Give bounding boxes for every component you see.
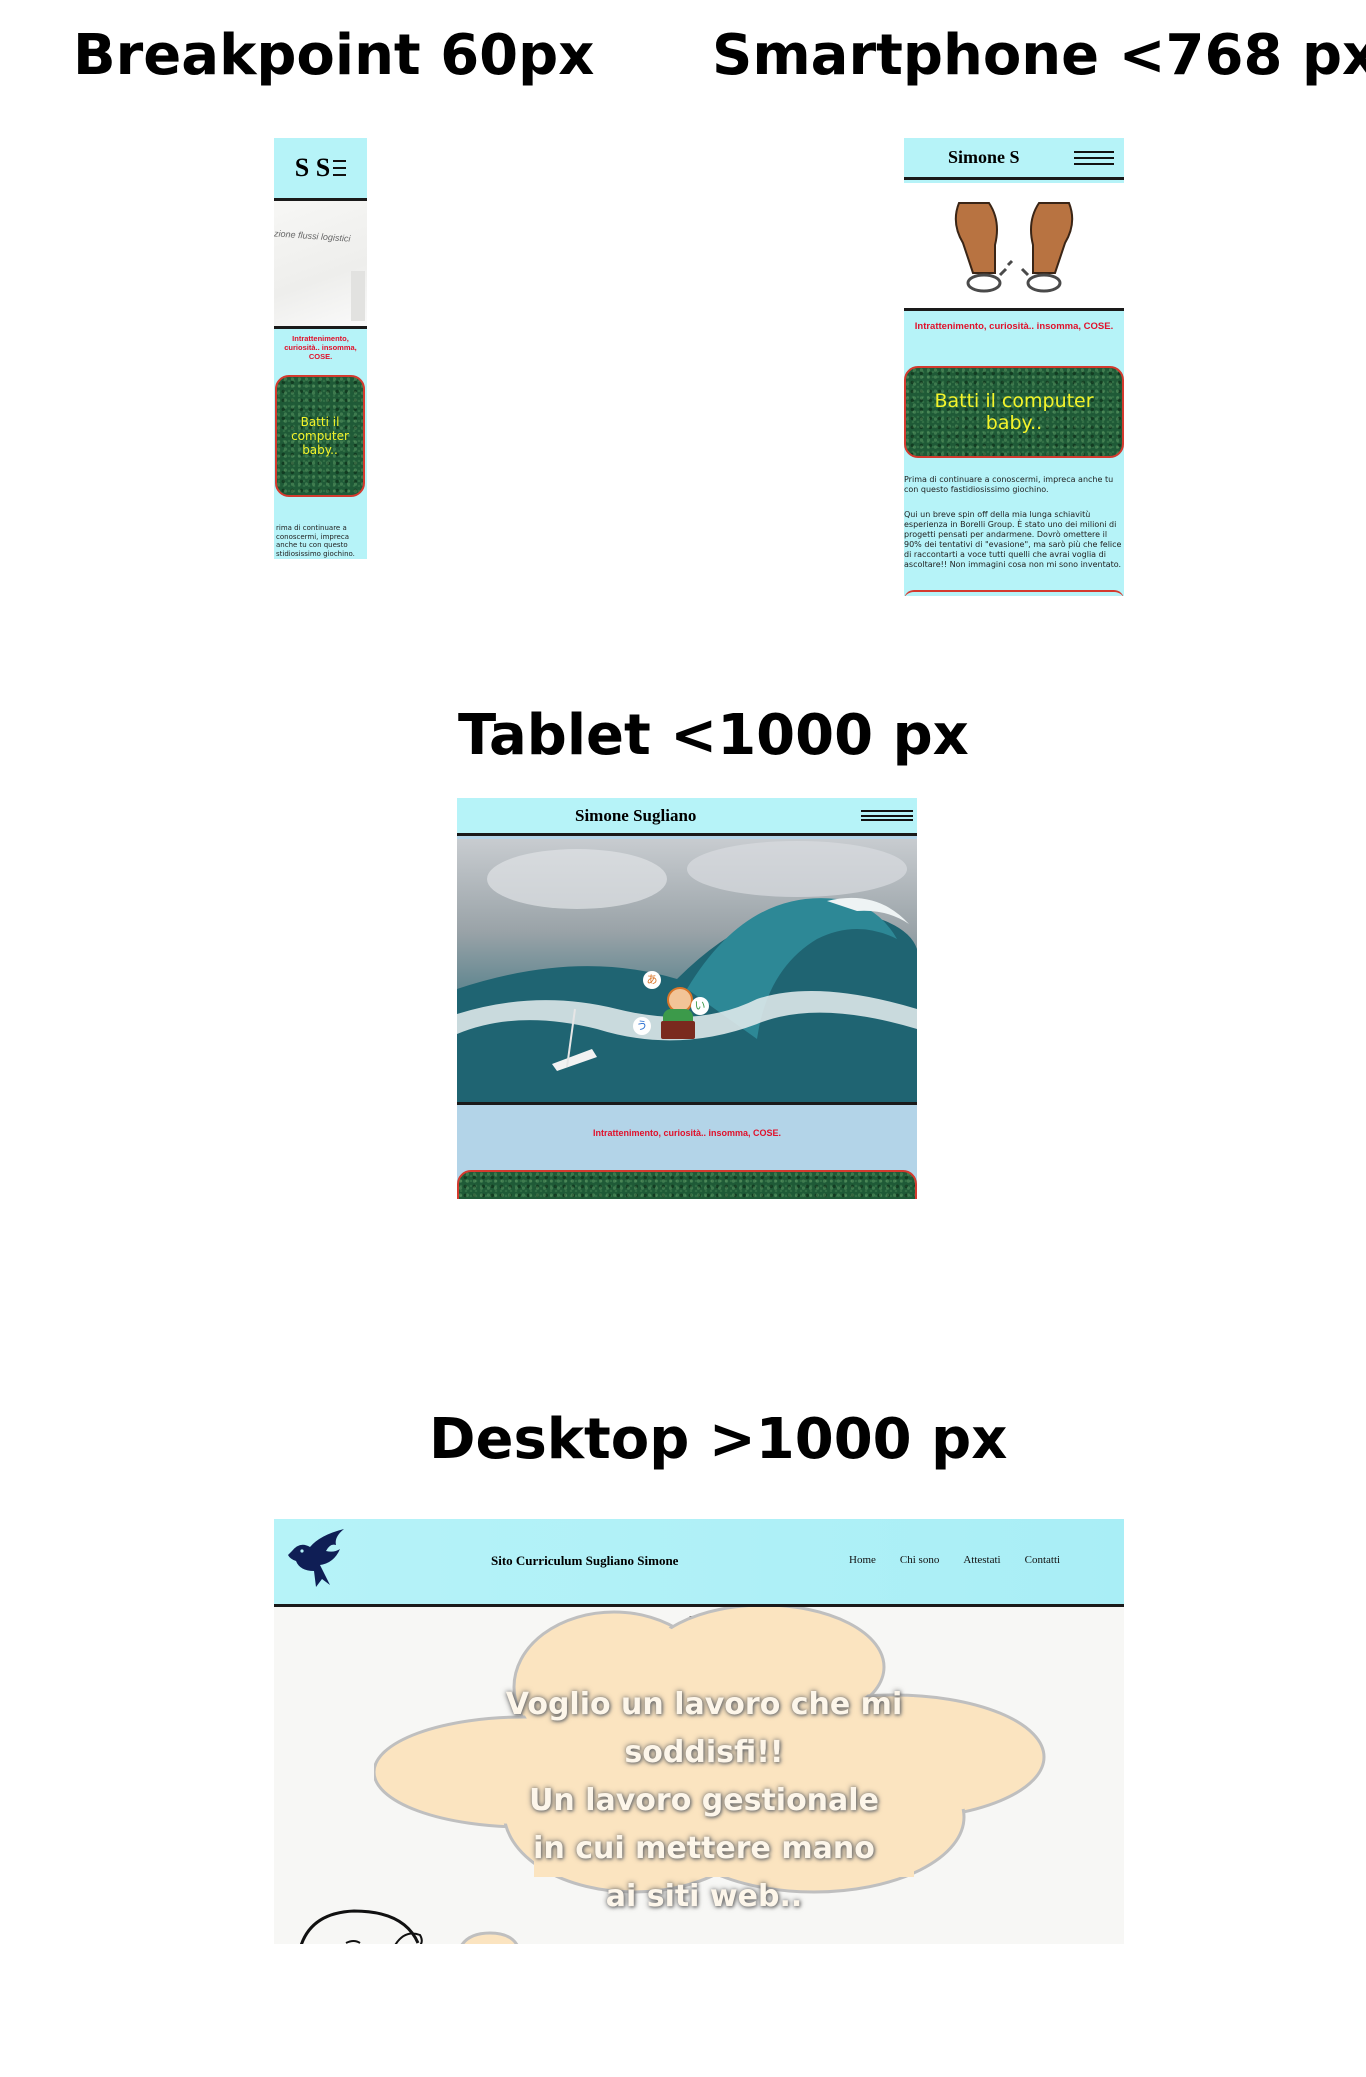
smartphone-game-button[interactable]: Batti il computer baby.. bbox=[904, 366, 1124, 458]
mini-hero-caption: zione flussi logistici bbox=[274, 228, 351, 244]
cloud-text-line: soddisfi!! bbox=[624, 1735, 784, 1770]
smartphone-divider bbox=[904, 308, 1124, 311]
hiragana-bubble-u: う bbox=[633, 1017, 651, 1035]
ocean-wave-image: あ い う bbox=[457, 839, 917, 1102]
cloud-text-line: Un lavoro gestionale bbox=[529, 1783, 879, 1818]
broken-handcuffs-image bbox=[904, 183, 1124, 308]
tablet-divider bbox=[457, 1102, 917, 1105]
smartphone-paragraph-2: Qui un breve spin off della mia lunga sc… bbox=[904, 510, 1122, 569]
mini-divider bbox=[274, 326, 367, 329]
cloud-text-line: in cui mettere mano bbox=[533, 1831, 875, 1866]
wave-drawing bbox=[457, 841, 917, 1102]
hiragana-bubble-a: あ bbox=[643, 971, 661, 989]
nav-home[interactable]: Home bbox=[849, 1554, 876, 1566]
breakpoint-preview: S S zione flussi logistici Intrattenimen… bbox=[274, 138, 367, 559]
mini-game-button[interactable]: Batti il computer baby.. bbox=[275, 375, 365, 497]
hamburger-icon[interactable] bbox=[333, 160, 347, 176]
character-sketch bbox=[294, 1899, 534, 1944]
mini-tagline: Intrattenimento, curiosità.. insomma, CO… bbox=[284, 334, 357, 361]
cloud-text-line: Voglio un lavoro che mi bbox=[505, 1687, 903, 1722]
hamburger-icon[interactable] bbox=[1074, 150, 1114, 165]
tablet-game-button[interactable] bbox=[457, 1170, 917, 1199]
smartphone-game-button-label: Batti il computer baby.. bbox=[934, 390, 1094, 434]
tablet-tagline: Intrattenimento, curiosità.. insomma, CO… bbox=[592, 1128, 782, 1138]
smartphone-header: Simone S bbox=[904, 138, 1124, 180]
mini-hero: zione flussi logistici bbox=[274, 201, 367, 326]
reading-boy-illustration bbox=[657, 987, 699, 1045]
nav-attestati[interactable]: Attestati bbox=[963, 1554, 1000, 1566]
desktop-header: Sito Curriculum Sugliano Simone Home Chi… bbox=[274, 1519, 1124, 1607]
nav-chi-sono[interactable]: Chi sono bbox=[900, 1554, 939, 1566]
mini-header: S S bbox=[274, 138, 367, 201]
tablet-logo[interactable]: Simone Sugliano bbox=[575, 806, 696, 826]
cloud-text: Voglio un lavoro che mi soddisfi!! Un la… bbox=[454, 1681, 954, 1921]
smartphone-tagline: Intrattenimento, curiosità.. insomma, CO… bbox=[914, 321, 1114, 332]
smartphone-next-button-edge bbox=[904, 590, 1124, 596]
smartphone-paragraph-1: Prima di continuare a conoscermi, imprec… bbox=[904, 475, 1114, 494]
mini-hero-shape bbox=[351, 271, 365, 321]
site-title: Sito Curriculum Sugliano Simone bbox=[491, 1553, 679, 1568]
hiragana-bubble-i: い bbox=[691, 997, 709, 1015]
nav-contatti[interactable]: Contatti bbox=[1025, 1554, 1060, 1566]
mini-intro-text: rima di continuare a conoscermi, impreca… bbox=[276, 524, 355, 558]
handcuffs-drawing bbox=[954, 202, 1074, 293]
tablet-preview: Simone Sugliano あ い う Intrattenimento, c… bbox=[457, 798, 917, 1199]
smartphone-preview: Simone S Intrattenimento, curiosità.. in… bbox=[904, 138, 1124, 596]
heading-tablet: Tablet <1000 px bbox=[458, 703, 969, 768]
mini-game-button-label: Batti il computer baby.. bbox=[291, 415, 349, 457]
heading-breakpoint: Breakpoint 60px bbox=[73, 23, 595, 88]
bird-icon[interactable] bbox=[286, 1527, 348, 1591]
desktop-preview: Sito Curriculum Sugliano Simone Home Chi… bbox=[274, 1519, 1124, 1944]
mini-logo[interactable]: S S bbox=[295, 153, 330, 183]
desktop-nav: Home Chi sono Attestati Contatti bbox=[849, 1554, 1060, 1566]
heading-desktop: Desktop >1000 px bbox=[429, 1407, 1008, 1472]
tablet-header: Simone Sugliano bbox=[457, 798, 917, 836]
smartphone-logo[interactable]: Simone S bbox=[948, 147, 1020, 168]
heading-smartphone: Smartphone <768 px bbox=[712, 23, 1366, 88]
hamburger-icon[interactable] bbox=[861, 810, 913, 821]
